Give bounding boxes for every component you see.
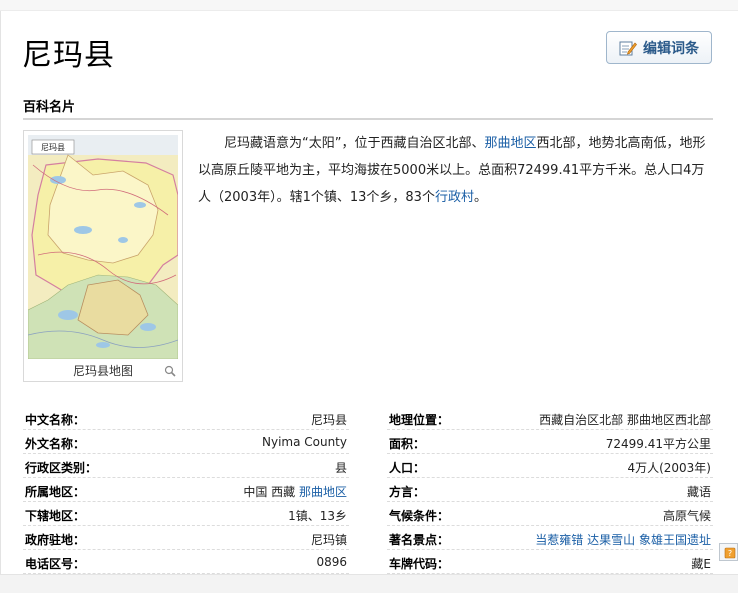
info-value: 尼玛县 [310, 413, 347, 427]
map-label: 尼玛县 [41, 143, 65, 152]
info-row: 外文名称： Nyima County [23, 430, 349, 454]
info-key: 外文名称： [25, 437, 86, 451]
info-key: 地理位置： [389, 413, 450, 427]
info-key: 人口： [389, 461, 426, 475]
map-card[interactable]: 尼玛县 尼玛县地图 [23, 130, 183, 382]
top-strip [0, 0, 738, 11]
info-row: 行政区类别： 县 [23, 454, 349, 478]
summary-paragraph: 尼玛藏语意为“太阳”，位于西藏自治区北部、那曲地区西北部，地势北高南低，地形以高… [198, 130, 713, 211]
info-value: 高原气候 [662, 509, 711, 523]
info-row: 著名景点： 当惹雍错 达果雪山 象雄王国遗址 [387, 526, 713, 550]
summary-text-3: 。 [473, 190, 487, 205]
edit-icon [619, 41, 637, 55]
page-title: 尼玛县 [22, 38, 115, 73]
info-key: 政府驻地： [25, 533, 86, 547]
link-admin-village[interactable]: 行政村 [435, 190, 474, 205]
link-dangreyongcuo[interactable]: 当惹雍错 [535, 533, 583, 547]
svg-text:?: ? [728, 549, 732, 558]
link-naqu-region[interactable]: 那曲地区 [299, 485, 347, 499]
info-row: 地理位置： 西藏自治区北部 那曲地区西北部 [387, 406, 713, 430]
info-key: 著名景点： [389, 533, 450, 547]
info-row: 人口： 4万人(2003年) [387, 454, 713, 478]
info-value: 0896 [316, 555, 347, 569]
info-key: 气候条件： [389, 509, 450, 523]
basic-info-right: 地理位置： 西藏自治区北部 那曲地区西北部 面积： 72499.41平方公里 人… [387, 406, 713, 574]
info-value: 县 [334, 461, 347, 475]
info-value: Nyima County [261, 435, 347, 449]
info-key: 面积： [389, 437, 426, 451]
info-row: 中文名称： 尼玛县 [23, 406, 349, 430]
info-key: 下辖地区： [25, 509, 86, 523]
info-row: 政府驻地： 尼玛镇 [23, 526, 349, 550]
link-daguo-snow-mountain[interactable]: 达果雪山 [587, 533, 635, 547]
summary-text-1: 尼玛藏语意为“太阳”，位于西藏自治区北部、 [224, 136, 485, 151]
info-value-text: 中国 西藏 [243, 485, 296, 499]
section-title: 百科名片 [23, 100, 76, 115]
info-key: 车牌代码： [389, 557, 450, 571]
info-value: 4万人(2003年) [627, 461, 711, 475]
info-value-with-link: 中国 西藏 那曲地区 [243, 483, 347, 500]
edit-entry-button[interactable]: 编辑词条 [606, 31, 712, 64]
link-naqu[interactable]: 那曲地区 [484, 136, 536, 151]
info-row: 所属地区： 中国 西藏 那曲地区 [23, 478, 349, 502]
info-row: 方言： 藏语 [387, 478, 713, 502]
info-value: 藏语 [686, 485, 711, 499]
info-row: 车牌代码： 藏E [387, 550, 713, 574]
basic-info-left: 中文名称： 尼玛县 外文名称： Nyima County 行政区类别： 县 所属… [23, 406, 349, 574]
info-value: 尼玛镇 [310, 533, 347, 547]
info-key: 中文名称： [25, 413, 86, 427]
map-caption[interactable]: 尼玛县地图 [24, 362, 182, 379]
info-key: 电话区号： [25, 557, 86, 571]
edit-entry-label: 编辑词条 [643, 40, 699, 57]
info-row: 电话区号： 0896 [23, 550, 349, 574]
info-row: 下辖地区： 1镇、13乡 [23, 502, 349, 526]
info-key: 所属地区： [25, 485, 86, 499]
info-value: 西藏自治区北部 那曲地区西北部 [539, 413, 711, 427]
attractions-links: 当惹雍错 达果雪山 象雄王国遗址 [535, 531, 711, 548]
info-key: 行政区类别： [25, 461, 98, 475]
info-value: 1镇、13乡 [288, 509, 347, 523]
link-xiangxiong-ruins[interactable]: 象雄王国遗址 [639, 533, 711, 547]
info-row: 面积： 72499.41平方公里 [387, 430, 713, 454]
section-divider [23, 118, 713, 120]
info-row: 气候条件： 高原气候 [387, 502, 713, 526]
info-value: 72499.41平方公里 [605, 437, 711, 451]
info-value: 藏E [691, 557, 711, 571]
county-map-image[interactable]: 尼玛县 [28, 135, 178, 359]
feedback-icon[interactable]: ? [719, 543, 738, 561]
info-key: 方言： [389, 485, 426, 499]
magnifier-icon[interactable] [164, 365, 176, 377]
bottom-strip [0, 574, 738, 593]
